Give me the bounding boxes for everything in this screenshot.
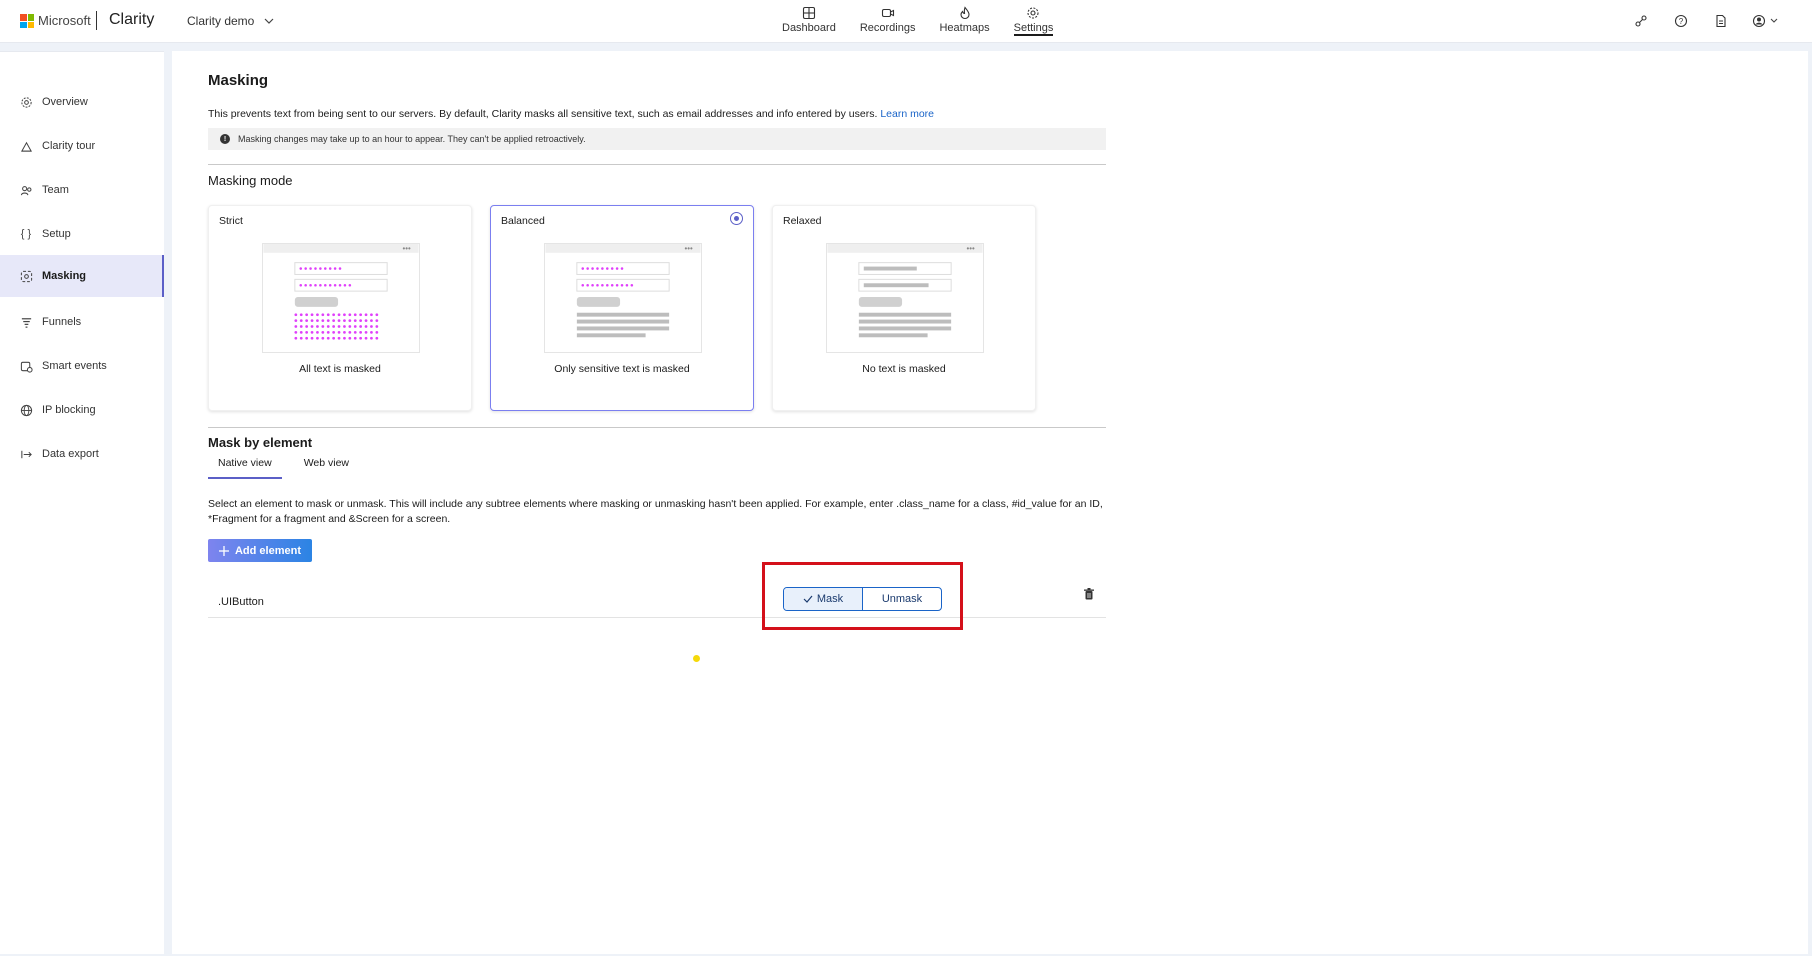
chevron-down-icon	[264, 18, 274, 24]
sidebar: Overview Clarity tour Team { } Setup Mas…	[0, 51, 164, 954]
card-title: Strict	[219, 215, 243, 227]
clarity-brand[interactable]: Clarity	[109, 11, 154, 29]
project-name: Clarity demo	[187, 14, 255, 28]
sidebar-item-setup[interactable]: { } Setup	[0, 213, 164, 255]
team-icon	[18, 182, 34, 198]
card-caption: Only sensitive text is masked	[554, 363, 690, 375]
sidebar-item-overview[interactable]: Overview	[0, 81, 164, 123]
help-icon[interactable]: ?	[1672, 12, 1690, 30]
sidebar-item-funnels[interactable]: Funnels	[0, 301, 164, 343]
card-title: Relaxed	[783, 215, 822, 227]
sidebar-item-label: Funnels	[42, 316, 82, 328]
sidebar-item-label: Masking	[42, 270, 87, 282]
sidebar-item-label: Overview	[42, 96, 88, 108]
strict-preview-illustration: •••	[262, 243, 420, 353]
brand-divider	[96, 11, 97, 30]
relaxed-preview-illustration: •••	[826, 243, 984, 353]
card-title: Balanced	[501, 215, 545, 227]
tour-icon	[18, 138, 34, 154]
masking-description: This prevents text from being sent to ou…	[208, 108, 934, 120]
highlight-box	[762, 562, 963, 630]
balanced-preview-illustration: •••	[544, 243, 702, 353]
sidebar-item-smart-events[interactable]: Smart events	[0, 345, 164, 387]
add-element-label: Add element	[234, 544, 301, 557]
document-icon[interactable]	[1712, 12, 1730, 30]
card-caption: No text is masked	[862, 363, 946, 375]
sidebar-item-masking[interactable]: Masking	[0, 255, 164, 297]
nav-recordings-label: Recordings	[859, 22, 916, 34]
masking-mode-relaxed-card[interactable]: Relaxed ••• No text is masked	[772, 205, 1036, 411]
top-bar: Microsoft Clarity Clarity demo Dashboard…	[0, 0, 1812, 43]
masking-mode-balanced-card[interactable]: Balanced ••• Only sensitive text is mask…	[490, 205, 754, 411]
main-nav: Dashboard Recordings Heatmaps Settings	[770, 4, 1065, 38]
nav-settings-label: Settings	[1013, 22, 1054, 36]
trash-icon[interactable]	[1082, 587, 1096, 601]
view-tabs: Native view Web view	[208, 454, 371, 479]
funnel-icon	[18, 314, 34, 330]
section-divider	[208, 164, 1106, 165]
masking-description-text: This prevents text from being sent to ou…	[208, 108, 878, 120]
microsoft-label: Microsoft	[38, 13, 91, 28]
svg-text:•••: •••	[402, 244, 410, 253]
video-icon	[881, 8, 894, 18]
sidebar-item-label: IP blocking	[42, 404, 96, 416]
nav-dashboard[interactable]: Dashboard	[770, 4, 848, 38]
globe-icon	[18, 402, 34, 418]
element-selector: .UIButton	[218, 596, 264, 608]
sidebar-item-label: Smart events	[42, 360, 107, 372]
masking-notice-text: Masking changes may take up to an hour t…	[238, 134, 586, 144]
masking-notice: ! Masking changes may take up to an hour…	[208, 128, 1106, 150]
tab-native-view[interactable]: Native view	[208, 454, 282, 479]
sidebar-item-label: Clarity tour	[42, 140, 96, 152]
smart-events-icon	[18, 358, 34, 374]
masking-mode-strict-card[interactable]: Strict ••• All text is masked	[208, 205, 472, 411]
sidebar-item-data-export[interactable]: Data export	[0, 433, 164, 475]
account-icon[interactable]	[1752, 12, 1782, 30]
sidebar-item-label: Team	[42, 184, 69, 196]
flame-icon	[959, 6, 970, 20]
sidebar-item-label: Data export	[42, 448, 99, 460]
nav-dashboard-label: Dashboard	[782, 22, 836, 34]
cursor-indicator	[693, 655, 700, 662]
nav-settings[interactable]: Settings	[1002, 4, 1066, 38]
plus-icon	[218, 545, 229, 556]
learn-more-link[interactable]: Learn more	[880, 108, 934, 120]
project-selector[interactable]: Clarity demo	[187, 14, 274, 28]
braces-icon: { }	[20, 228, 32, 240]
mask-by-element-title: Mask by element	[208, 435, 313, 450]
svg-text:•••: •••	[684, 244, 692, 253]
svg-text:?: ?	[1679, 17, 1684, 26]
nav-heatmaps-label: Heatmaps	[939, 22, 990, 34]
page-title: Masking	[208, 72, 269, 89]
table-row: .UIButton Mask Unmask	[208, 571, 1106, 618]
masking-icon	[18, 268, 34, 284]
gear-icon	[1027, 7, 1040, 19]
masking-mode-title: Masking mode	[208, 173, 293, 188]
sidebar-item-team[interactable]: Team	[0, 169, 164, 211]
gear-icon	[18, 94, 34, 110]
sidebar-item-label: Setup	[42, 228, 71, 240]
top-icons: ?	[1632, 12, 1782, 30]
selected-radio[interactable]	[730, 212, 743, 225]
svg-text:•••: •••	[966, 244, 974, 253]
mask-by-element-description: Select an element to mask or unmask. Thi…	[208, 498, 1103, 525]
masking-settings-panel: Masking This prevents text from being se…	[172, 51, 1808, 954]
add-element-button[interactable]: Add element	[208, 539, 312, 562]
sidebar-item-clarity-tour[interactable]: Clarity tour	[0, 125, 164, 167]
dashboard-icon	[802, 6, 815, 20]
nav-recordings[interactable]: Recordings	[848, 4, 928, 38]
sidebar-item-ip-blocking[interactable]: IP blocking	[0, 389, 164, 431]
nav-heatmaps[interactable]: Heatmaps	[927, 4, 1001, 38]
info-icon: !	[220, 134, 230, 144]
card-caption: All text is masked	[299, 363, 381, 375]
section-divider	[208, 427, 1106, 428]
microsoft-logo-icon	[20, 14, 34, 28]
export-icon	[18, 446, 34, 462]
tab-web-view[interactable]: Web view	[294, 454, 359, 479]
share-icon[interactable]	[1632, 12, 1650, 30]
